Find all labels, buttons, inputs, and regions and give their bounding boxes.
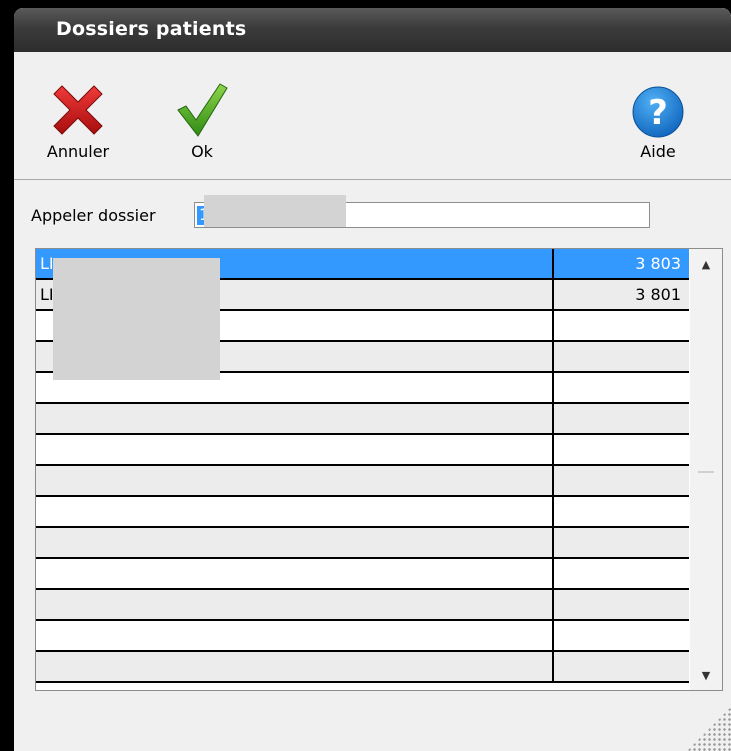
window-title: Dossiers patients <box>56 18 247 40</box>
help-button[interactable]: ? Aide <box>618 84 698 161</box>
table-row[interactable] <box>36 404 689 435</box>
title-bar[interactable]: Dossiers patients <box>14 8 731 52</box>
dossier-number-cell <box>554 435 687 464</box>
scroll-thumb[interactable] <box>698 471 714 473</box>
help-icon: ? <box>632 86 684 138</box>
toolbar-divider <box>14 179 731 180</box>
dossier-number-cell <box>554 497 687 526</box>
patient-name-cell <box>36 466 554 495</box>
redacted-region <box>204 195 346 227</box>
dossier-number-cell <box>554 404 687 433</box>
table-row[interactable] <box>36 559 689 590</box>
dossier-number-cell <box>554 559 687 588</box>
patient-name-cell <box>36 497 554 526</box>
table-row[interactable] <box>36 466 689 497</box>
patient-name-cell <box>36 559 554 588</box>
search-label: Appeler dossier <box>31 206 156 225</box>
ok-label: Ok <box>191 142 213 161</box>
patient-name-cell <box>36 435 554 464</box>
resize-grip[interactable] <box>687 707 731 751</box>
dossier-number-cell: 3 803 <box>635 254 681 273</box>
table-row[interactable] <box>36 497 689 528</box>
dossier-number-cell <box>554 342 687 371</box>
dossier-number-cell <box>554 652 687 681</box>
patient-name-cell <box>36 652 554 681</box>
vertical-scrollbar[interactable]: ▲ ▼ <box>690 249 722 690</box>
table-row[interactable] <box>36 590 689 621</box>
checkmark-icon <box>177 83 228 137</box>
redacted-region <box>53 258 220 380</box>
dossier-number-cell <box>554 373 687 402</box>
svg-text:?: ? <box>648 93 668 133</box>
patient-name-cell <box>36 528 554 557</box>
search-input[interactable]: 1 <box>194 195 650 228</box>
table-row[interactable] <box>36 652 689 683</box>
cancel-button[interactable]: Annuler <box>38 80 118 161</box>
cancel-label: Annuler <box>46 142 110 161</box>
dossier-number-cell <box>554 528 687 557</box>
scroll-down-arrow-icon[interactable]: ▼ <box>690 664 722 688</box>
patient-name-cell <box>36 404 554 433</box>
dossier-number-cell: 3 801 <box>635 285 681 304</box>
patient-name-cell <box>36 621 554 650</box>
dossier-number-cell <box>554 466 687 495</box>
table-row[interactable] <box>36 435 689 466</box>
patient-name-cell <box>36 590 554 619</box>
close-icon <box>53 85 103 135</box>
dossier-number-cell <box>554 311 687 340</box>
help-label: Aide <box>640 142 676 161</box>
table-row[interactable] <box>36 621 689 652</box>
toolbar: Annuler Ok ? Aide <box>14 52 731 180</box>
table-row[interactable] <box>36 528 689 559</box>
scroll-up-arrow-icon[interactable]: ▲ <box>690 253 722 277</box>
dossier-number-cell <box>554 590 687 619</box>
dossier-number-cell <box>554 621 687 650</box>
ok-button[interactable]: Ok <box>162 80 242 161</box>
